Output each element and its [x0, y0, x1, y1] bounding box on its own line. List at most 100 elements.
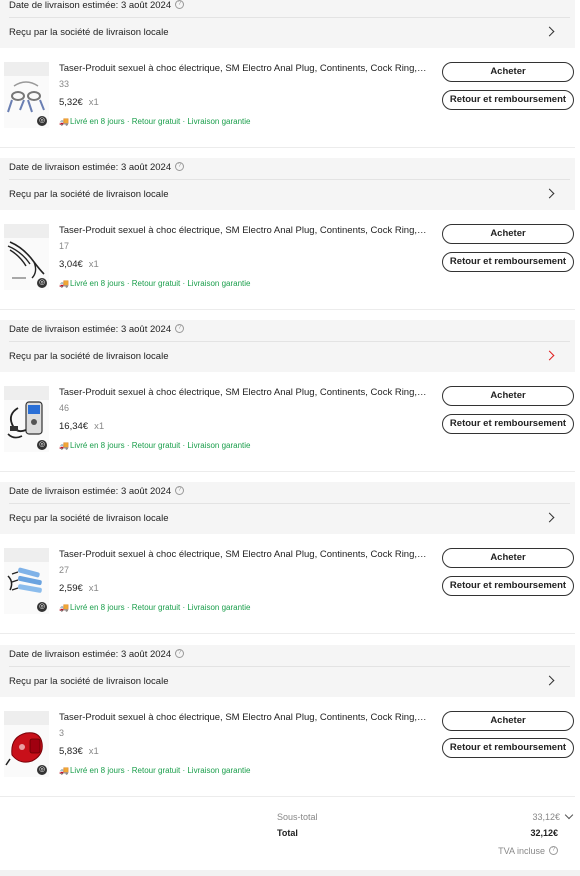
- separator: [0, 309, 575, 310]
- delivery-date: Date de livraison estimée: 3 août 2024?: [9, 161, 185, 173]
- buy-button[interactable]: Acheter: [442, 224, 574, 244]
- truck-icon: 🚚: [59, 279, 69, 288]
- separator: [0, 471, 575, 472]
- truck-icon: 🚚: [59, 441, 69, 450]
- buy-button[interactable]: Acheter: [442, 62, 574, 82]
- return-refund-button[interactable]: Retour et remboursement: [442, 738, 574, 758]
- sold-count: 3: [59, 728, 65, 738]
- chevron-right-icon: [544, 26, 555, 37]
- delivery-header: Date de livraison estimée: 3 août 2024? …: [0, 0, 575, 48]
- info-icon[interactable]: ?: [175, 323, 185, 333]
- thumbnail-bar: [4, 224, 49, 238]
- carrier-label: Reçu par la société de livraison locale: [9, 351, 169, 362]
- chevron-right-icon: [544, 675, 555, 686]
- quantity: x1: [94, 421, 105, 432]
- carrier-row[interactable]: Reçu par la société de livraison locale: [0, 18, 575, 48]
- carrier-row[interactable]: Reçu par la société de livraison locale: [0, 180, 575, 210]
- buy-button[interactable]: Acheter: [442, 386, 574, 406]
- camera-icon: ◎: [37, 765, 47, 775]
- shipping-text: Livré en 8 jours · Retour gratuit · Livr…: [69, 441, 251, 450]
- camera-icon: ◎: [37, 602, 47, 612]
- sold-count: 27: [59, 565, 70, 575]
- delivery-date-text: Date de livraison estimée: 3 août 2024: [9, 0, 172, 11]
- info-icon[interactable]: ?: [175, 0, 185, 9]
- return-refund-button[interactable]: Retour et remboursement: [442, 252, 574, 272]
- chevron-down-icon: [564, 810, 574, 820]
- vat-info: TVA incluse?: [498, 846, 558, 856]
- info-icon[interactable]: ?: [175, 161, 185, 171]
- separator: [0, 147, 575, 148]
- truck-icon: 🚚: [59, 117, 69, 126]
- shipping-text: Livré en 8 jours · Retour gratuit · Livr…: [69, 603, 251, 612]
- product-price: 2,59€ x1: [59, 583, 99, 594]
- carrier-row[interactable]: Reçu par la société de livraison locale: [0, 342, 575, 372]
- product-price: 5,32€ x1: [59, 97, 99, 108]
- return-refund-button[interactable]: Retour et remboursement: [442, 90, 574, 110]
- delivery-date: Date de livraison estimée: 3 août 2024?: [9, 648, 185, 660]
- product-thumbnail[interactable]: ◎: [4, 224, 49, 290]
- bottom-bar: [0, 870, 580, 876]
- buy-button[interactable]: Acheter: [442, 711, 574, 731]
- total-value: 32,12€: [530, 828, 558, 838]
- delivery-date-text: Date de livraison estimée: 3 août 2024: [9, 649, 172, 660]
- carrier-row[interactable]: Reçu par la société de livraison locale: [0, 504, 575, 534]
- shipping-info: 🚚Livré en 8 jours · Retour gratuit · Liv…: [59, 117, 251, 126]
- product-title[interactable]: Taser-Produit sexuel à choc électrique, …: [59, 387, 427, 398]
- carrier-label: Reçu par la société de livraison locale: [9, 27, 169, 38]
- info-icon[interactable]: ?: [175, 485, 185, 495]
- delivery-header: Date de livraison estimée: 3 août 2024? …: [0, 320, 575, 372]
- shipping-text: Livré en 8 jours · Retour gratuit · Livr…: [69, 117, 251, 126]
- info-icon[interactable]: ?: [175, 648, 185, 658]
- shipping-info: 🚚Livré en 8 jours · Retour gratuit · Liv…: [59, 603, 251, 612]
- subtotal-amount: 33,12€: [532, 812, 560, 822]
- quantity: x1: [88, 746, 99, 757]
- carrier-label: Reçu par la société de livraison locale: [9, 189, 169, 200]
- carrier-label: Reçu par la société de livraison locale: [9, 513, 169, 524]
- product-title[interactable]: Taser-Produit sexuel à choc électrique, …: [59, 63, 427, 74]
- quantity: x1: [88, 97, 99, 108]
- order-summary: Sous-total 33,12€ Total 32,12€ TVA inclu…: [0, 808, 580, 868]
- delivery-date-text: Date de livraison estimée: 3 août 2024: [9, 324, 172, 335]
- return-refund-button[interactable]: Retour et remboursement: [442, 576, 574, 596]
- thumbnail-bar: [4, 548, 49, 562]
- delivery-date: Date de livraison estimée: 3 août 2024?: [9, 0, 185, 11]
- delivery-header: Date de livraison estimée: 3 août 2024? …: [0, 482, 575, 534]
- subtotal-value[interactable]: 33,12€: [532, 810, 574, 822]
- product-thumbnail[interactable]: ◎: [4, 548, 49, 614]
- shipping-text: Livré en 8 jours · Retour gratuit · Livr…: [69, 279, 251, 288]
- price-value: 5,83€: [59, 746, 83, 757]
- sold-count: 33: [59, 79, 70, 89]
- shipping-info: 🚚Livré en 8 jours · Retour gratuit · Liv…: [59, 766, 251, 775]
- product-title[interactable]: Taser-Produit sexuel à choc électrique, …: [59, 225, 427, 236]
- order-items-page: Date de livraison estimée: 3 août 2024? …: [0, 0, 580, 876]
- price-value: 3,04€: [59, 259, 83, 270]
- subtotal-label: Sous-total: [277, 812, 318, 822]
- delivery-date: Date de livraison estimée: 3 août 2024?: [9, 485, 185, 497]
- quantity: x1: [88, 583, 99, 594]
- return-refund-button[interactable]: Retour et remboursement: [442, 414, 574, 434]
- camera-icon: ◎: [37, 440, 47, 450]
- camera-icon: ◎: [37, 278, 47, 288]
- product-title[interactable]: Taser-Produit sexuel à choc électrique, …: [59, 549, 427, 560]
- shipping-info: 🚚Livré en 8 jours · Retour gratuit · Liv…: [59, 441, 251, 450]
- thumbnail-bar: [4, 62, 49, 76]
- price-value: 16,34€: [59, 421, 89, 432]
- thumbnail-bar: [4, 386, 49, 400]
- price-value: 5,32€: [59, 97, 83, 108]
- truck-icon: 🚚: [59, 766, 69, 775]
- separator: [0, 633, 575, 634]
- buy-button[interactable]: Acheter: [442, 548, 574, 568]
- chevron-right-icon: [544, 188, 555, 199]
- chevron-right-icon: [544, 350, 555, 361]
- delivery-date-text: Date de livraison estimée: 3 août 2024: [9, 162, 172, 173]
- info-icon[interactable]: ?: [549, 846, 558, 856]
- quantity: x1: [88, 259, 99, 270]
- price-value: 2,59€: [59, 583, 83, 594]
- product-thumbnail[interactable]: ◎: [4, 711, 49, 777]
- product-thumbnail[interactable]: ◎: [4, 386, 49, 452]
- delivery-header: Date de livraison estimée: 3 août 2024? …: [0, 158, 575, 210]
- product-title[interactable]: Taser-Produit sexuel à choc électrique, …: [59, 712, 427, 723]
- carrier-row[interactable]: Reçu par la société de livraison locale: [0, 667, 575, 697]
- product-thumbnail[interactable]: ◎: [4, 62, 49, 128]
- total-label: Total: [277, 828, 298, 838]
